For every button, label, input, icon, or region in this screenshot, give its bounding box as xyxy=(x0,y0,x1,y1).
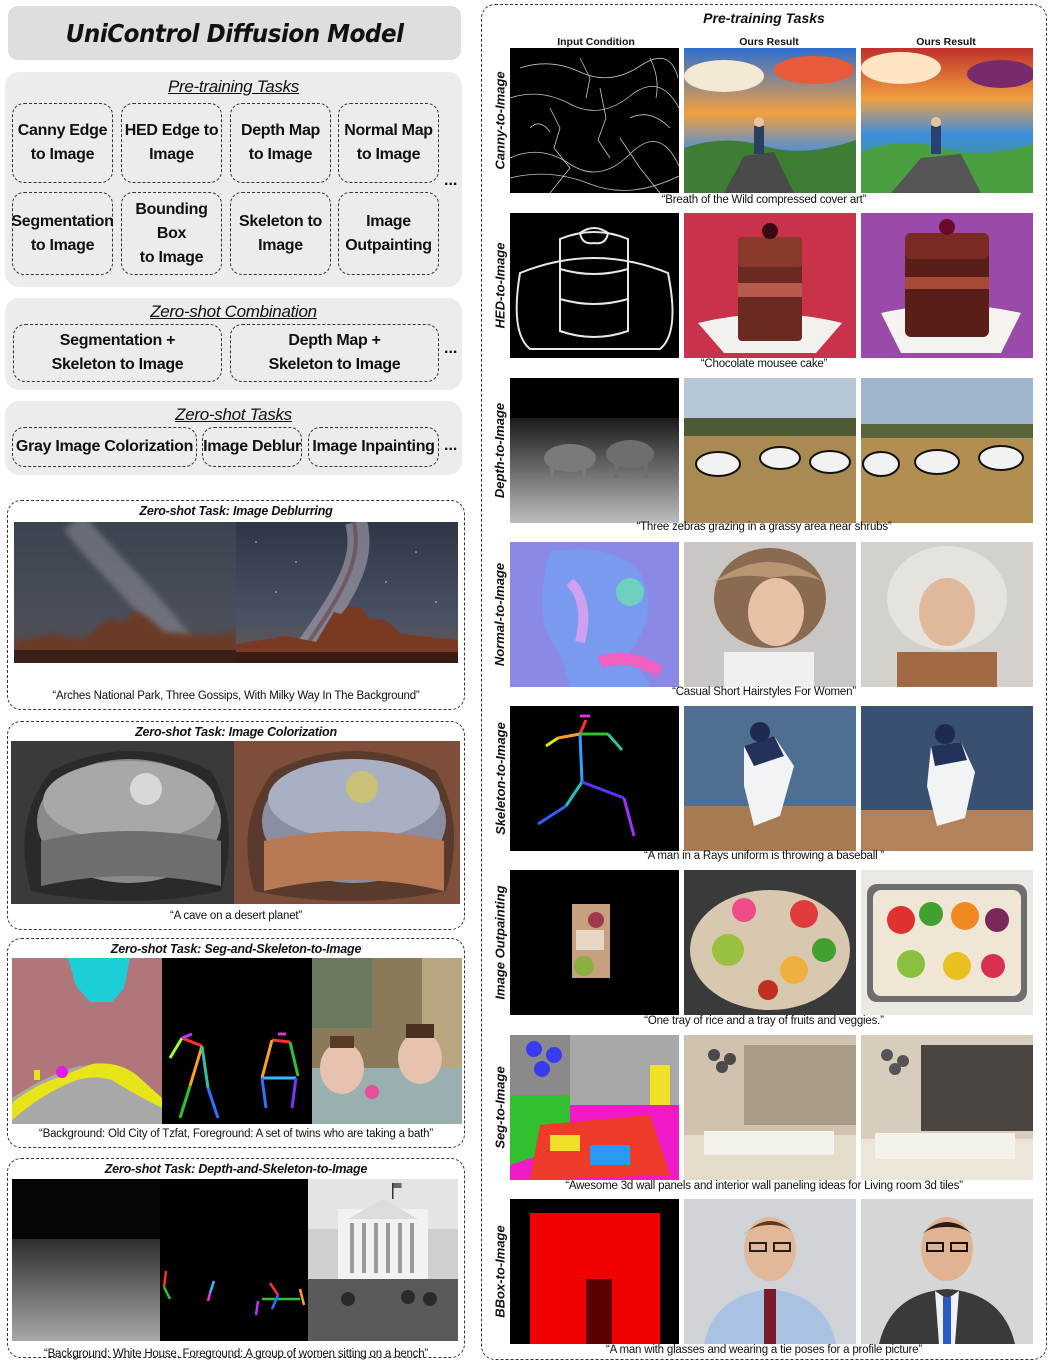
task-skeleton[interactable]: Skeleton to Image xyxy=(230,192,331,275)
bbox-result-2 xyxy=(861,1199,1033,1344)
outpainting-result-1 xyxy=(684,870,856,1015)
row-caption-depth: “Three zebras grazing in a grassy area n… xyxy=(636,521,892,533)
task-seg-skeleton[interactable]: Segmentation + Skeleton to Image xyxy=(13,324,222,382)
bbox-result-1 xyxy=(684,1199,856,1344)
hed-result-2 xyxy=(861,213,1033,358)
colorization-input-image xyxy=(11,741,234,904)
skeleton-result-2 xyxy=(861,706,1033,851)
skeleton-result-1 xyxy=(684,706,856,851)
task-outpainting[interactable]: Image Outpainting xyxy=(338,192,439,275)
depth-result-2 xyxy=(861,378,1033,523)
model-title: UniControl Diffusion Model xyxy=(65,18,404,48)
row-caption-canny: “Breath of the Wild compressed cover art… xyxy=(661,194,867,206)
depth-result-1 xyxy=(684,378,856,523)
seg-map-image xyxy=(12,958,162,1124)
pretraining-ellipsis: ... xyxy=(444,172,458,189)
example-depth-skeleton-title: Zero-shot Task: Depth-and-Skeleton-to-Im… xyxy=(104,1162,368,1176)
row-caption-bbox: “A man with glasses and wearing a tie po… xyxy=(606,1344,922,1356)
task-depth-skeleton[interactable]: Depth Map + Skeleton to Image xyxy=(230,324,439,382)
seg-result-2 xyxy=(861,1035,1033,1180)
canny-result-1 xyxy=(684,48,856,193)
task-bbox[interactable]: Bounding Box to Image xyxy=(121,192,222,275)
depth-skeleton-output-image xyxy=(308,1179,458,1341)
skeleton-input-image xyxy=(510,706,679,851)
depth-input-image xyxy=(510,378,679,523)
seg-input-image xyxy=(510,1035,679,1180)
colorization-output-image xyxy=(234,741,460,904)
task-segmentation[interactable]: Segmentation to Image xyxy=(11,192,114,275)
example-deblurring-title: Zero-shot Task: Image Deblurring xyxy=(139,504,333,518)
deblur-output-image xyxy=(236,522,458,663)
skeleton-group-image xyxy=(160,1179,308,1341)
task-depth[interactable]: Depth Map to Image xyxy=(230,103,331,183)
zeroshot-group: Zero-shot Tasks Gray Image Colorization … xyxy=(5,401,462,475)
results-panel-title: Pre-training Tasks xyxy=(703,10,825,26)
task-colorization[interactable]: Gray Image Colorization xyxy=(12,427,197,467)
column-header-input: Input Condition xyxy=(557,36,635,48)
seg-skeleton-output-image xyxy=(312,958,462,1124)
example-colorization-title: Zero-shot Task: Image Colorization xyxy=(135,725,337,739)
example-colorization-caption: “A cave on a desert planet” xyxy=(169,910,303,922)
example-seg-skeleton-caption: “Background: Old City of Tzfat, Foregrou… xyxy=(39,1128,433,1140)
combination-ellipsis: ... xyxy=(444,340,458,357)
outpainting-result-2 xyxy=(861,870,1033,1015)
task-hed[interactable]: HED Edge to Image xyxy=(121,103,222,183)
column-header-result-1: Ours Result xyxy=(739,36,799,48)
example-deblurring: Zero-shot Task: Image Deblurring “Arches xyxy=(7,500,465,710)
row-caption-outpainting: “One tray of rice and a tray of fruits a… xyxy=(644,1015,884,1027)
depth-map-image xyxy=(12,1179,160,1341)
example-seg-skeleton: Zero-shot Task: Seg-and-Skeleton-to-Imag… xyxy=(7,938,465,1148)
normal-input-image xyxy=(510,542,679,687)
example-colorization: Zero-shot Task: Image Colorization “A ca… xyxy=(7,721,465,930)
example-depth-skeleton: Zero-shot Task: Depth-and-Skeleton-to-Im… xyxy=(7,1158,465,1360)
combination-title: Zero-shot Combination xyxy=(150,302,317,321)
bbox-input-image xyxy=(510,1199,679,1344)
combination-group: Zero-shot Combination Segmentation + Ske… xyxy=(5,298,462,390)
row-caption-skeleton: “A man in a Rays uniform is throwing a b… xyxy=(643,850,885,862)
column-header-result-2: Ours Result xyxy=(916,36,976,48)
row-caption-normal: “Casual Short Hairstyles For Women” xyxy=(672,686,856,698)
row-caption-seg: “Awesome 3d wall panels and interior wal… xyxy=(565,1180,963,1192)
normal-result-1 xyxy=(684,542,856,687)
hed-result-1 xyxy=(684,213,856,358)
skeleton-map-image xyxy=(162,958,312,1124)
zeroshot-ellipsis: ... xyxy=(444,437,458,454)
row-caption-hed: “Chocolate mousee cake” xyxy=(700,358,828,370)
zeroshot-title: Zero-shot Tasks xyxy=(175,405,292,424)
deblur-input-image xyxy=(14,522,236,663)
example-deblurring-caption: “Arches National Park, Three Gossips, Wi… xyxy=(52,690,420,702)
outpainting-input-image xyxy=(510,870,679,1015)
normal-result-2 xyxy=(861,542,1033,687)
task-canny[interactable]: Canny Edge to Image xyxy=(12,103,113,183)
model-title-box: UniControl Diffusion Model xyxy=(8,6,461,60)
hed-input-image xyxy=(510,213,679,358)
canny-result-2 xyxy=(861,48,1033,193)
example-depth-skeleton-caption: “Background: White House, Foreground: A … xyxy=(43,1348,429,1360)
task-normal[interactable]: Normal Map to Image xyxy=(338,103,439,183)
task-inpainting[interactable]: Image Inpainting xyxy=(308,427,439,467)
example-seg-skeleton-title: Zero-shot Task: Seg-and-Skeleton-to-Imag… xyxy=(110,942,362,956)
pretraining-title: Pre-training Tasks xyxy=(168,77,299,96)
pretraining-group: Pre-training Tasks Canny Edge to Image H… xyxy=(5,72,462,287)
canny-input-image xyxy=(510,48,679,193)
seg-result-1 xyxy=(684,1035,856,1180)
task-deblur[interactable]: Image Deblur xyxy=(202,427,302,467)
